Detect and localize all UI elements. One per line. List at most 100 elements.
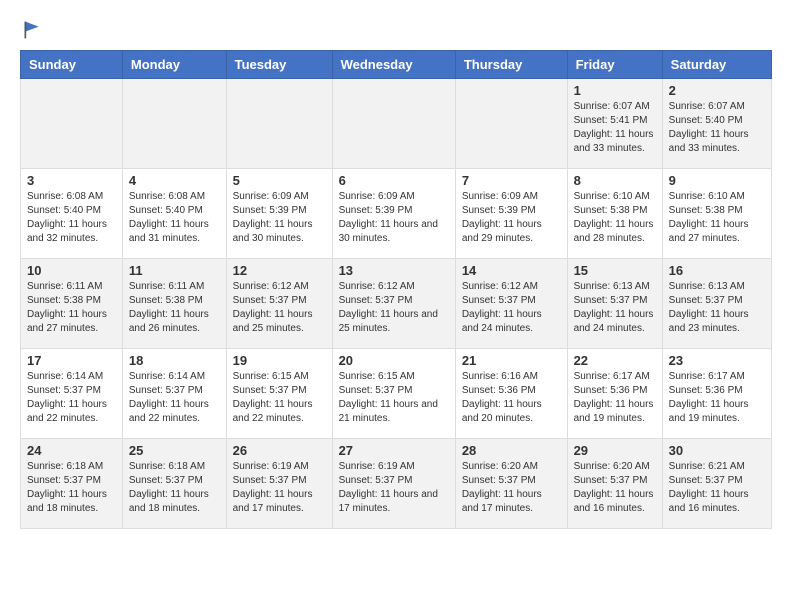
calendar-cell xyxy=(332,79,455,169)
day-info: Sunrise: 6:18 AM Sunset: 5:37 PM Dayligh… xyxy=(27,460,116,516)
day-of-week-header: Thursday xyxy=(455,51,567,79)
calendar-cell: 21 Sunrise: 6:16 AM Sunset: 5:36 PM Dayli… xyxy=(455,349,567,439)
day-number: 7 xyxy=(462,173,561,188)
day-of-week-header: Friday xyxy=(567,51,662,79)
day-info: Sunrise: 6:15 AM Sunset: 5:37 PM Dayligh… xyxy=(233,370,326,426)
day-info: Sunrise: 6:13 AM Sunset: 5:37 PM Dayligh… xyxy=(574,280,656,336)
day-info: Sunrise: 6:18 AM Sunset: 5:37 PM Dayligh… xyxy=(129,460,220,516)
day-info: Sunrise: 6:21 AM Sunset: 5:37 PM Dayligh… xyxy=(669,460,765,516)
calendar-cell xyxy=(122,79,226,169)
day-info: Sunrise: 6:19 AM Sunset: 5:37 PM Dayligh… xyxy=(339,460,449,516)
day-of-week-header: Sunday xyxy=(21,51,123,79)
calendar-body: 1 Sunrise: 6:07 AM Sunset: 5:41 PM Daylig… xyxy=(21,79,772,529)
calendar-cell: 20 Sunrise: 6:15 AM Sunset: 5:37 PM Dayli… xyxy=(332,349,455,439)
day-number: 30 xyxy=(669,443,765,458)
day-info: Sunrise: 6:11 AM Sunset: 5:38 PM Dayligh… xyxy=(27,280,116,336)
day-number: 20 xyxy=(339,353,449,368)
calendar-cell: 26 Sunrise: 6:19 AM Sunset: 5:37 PM Dayli… xyxy=(226,439,332,529)
day-info: Sunrise: 6:13 AM Sunset: 5:37 PM Dayligh… xyxy=(669,280,765,336)
calendar-cell: 22 Sunrise: 6:17 AM Sunset: 5:36 PM Dayli… xyxy=(567,349,662,439)
calendar-cell: 19 Sunrise: 6:15 AM Sunset: 5:37 PM Dayli… xyxy=(226,349,332,439)
day-of-week-header: Monday xyxy=(122,51,226,79)
logo-flag-icon xyxy=(22,20,42,40)
day-info: Sunrise: 6:15 AM Sunset: 5:37 PM Dayligh… xyxy=(339,370,449,426)
day-header-row: SundayMondayTuesdayWednesdayThursdayFrid… xyxy=(21,51,772,79)
calendar-cell: 28 Sunrise: 6:20 AM Sunset: 5:37 PM Dayli… xyxy=(455,439,567,529)
day-number: 14 xyxy=(462,263,561,278)
day-number: 27 xyxy=(339,443,449,458)
calendar-cell: 17 Sunrise: 6:14 AM Sunset: 5:37 PM Dayli… xyxy=(21,349,123,439)
day-number: 26 xyxy=(233,443,326,458)
calendar-table: SundayMondayTuesdayWednesdayThursdayFrid… xyxy=(20,50,772,529)
day-info: Sunrise: 6:12 AM Sunset: 5:37 PM Dayligh… xyxy=(462,280,561,336)
day-number: 10 xyxy=(27,263,116,278)
calendar-header: SundayMondayTuesdayWednesdayThursdayFrid… xyxy=(21,51,772,79)
calendar-cell: 15 Sunrise: 6:13 AM Sunset: 5:37 PM Dayli… xyxy=(567,259,662,349)
calendar-cell: 13 Sunrise: 6:12 AM Sunset: 5:37 PM Dayli… xyxy=(332,259,455,349)
day-number: 17 xyxy=(27,353,116,368)
day-number: 9 xyxy=(669,173,765,188)
calendar-week-row: 3 Sunrise: 6:08 AM Sunset: 5:40 PM Daylig… xyxy=(21,169,772,259)
day-number: 15 xyxy=(574,263,656,278)
day-number: 25 xyxy=(129,443,220,458)
day-number: 12 xyxy=(233,263,326,278)
day-number: 5 xyxy=(233,173,326,188)
day-info: Sunrise: 6:17 AM Sunset: 5:36 PM Dayligh… xyxy=(669,370,765,426)
calendar-cell: 8 Sunrise: 6:10 AM Sunset: 5:38 PM Daylig… xyxy=(567,169,662,259)
day-number: 1 xyxy=(574,83,656,98)
day-number: 2 xyxy=(669,83,765,98)
calendar-cell: 3Sunrise: 6:08 AM Sunset: 5:40 PM Daylig… xyxy=(21,169,123,259)
day-number: 19 xyxy=(233,353,326,368)
calendar-cell: 27 Sunrise: 6:19 AM Sunset: 5:37 PM Dayli… xyxy=(332,439,455,529)
day-number: 18 xyxy=(129,353,220,368)
calendar-cell: 24 Sunrise: 6:18 AM Sunset: 5:37 PM Dayli… xyxy=(21,439,123,529)
calendar-cell: 2Sunrise: 6:07 AM Sunset: 5:40 PM Daylig… xyxy=(662,79,771,169)
calendar-cell: 14 Sunrise: 6:12 AM Sunset: 5:37 PM Dayli… xyxy=(455,259,567,349)
day-number: 6 xyxy=(339,173,449,188)
calendar-cell xyxy=(226,79,332,169)
calendar-cell: 1 Sunrise: 6:07 AM Sunset: 5:41 PM Daylig… xyxy=(567,79,662,169)
header xyxy=(20,20,772,40)
calendar-cell: 29 Sunrise: 6:20 AM Sunset: 5:37 PM Dayli… xyxy=(567,439,662,529)
calendar-week-row: 24 Sunrise: 6:18 AM Sunset: 5:37 PM Dayli… xyxy=(21,439,772,529)
day-info: Sunrise: 6:19 AM Sunset: 5:37 PM Dayligh… xyxy=(233,460,326,516)
calendar-cell: 18 Sunrise: 6:14 AM Sunset: 5:37 PM Dayli… xyxy=(122,349,226,439)
day-number: 4 xyxy=(129,173,220,188)
day-number: 11 xyxy=(129,263,220,278)
calendar-cell: 25 Sunrise: 6:18 AM Sunset: 5:37 PM Dayli… xyxy=(122,439,226,529)
calendar-cell: 7Sunrise: 6:09 AM Sunset: 5:39 PM Daylig… xyxy=(455,169,567,259)
day-info: Sunrise: 6:17 AM Sunset: 5:36 PM Dayligh… xyxy=(574,370,656,426)
day-info: Sunrise: 6:07 AM Sunset: 5:41 PM Dayligh… xyxy=(574,100,656,156)
calendar-cell: 4 Sunrise: 6:08 AM Sunset: 5:40 PM Daylig… xyxy=(122,169,226,259)
calendar-cell: 6Sunrise: 6:09 AM Sunset: 5:39 PM Daylig… xyxy=(332,169,455,259)
day-number: 29 xyxy=(574,443,656,458)
calendar-cell: 5 Sunrise: 6:09 AM Sunset: 5:39 PM Daylig… xyxy=(226,169,332,259)
day-info: Sunrise: 6:09 AM Sunset: 5:39 PM Dayligh… xyxy=(233,190,326,246)
day-info: Sunrise: 6:10 AM Sunset: 5:38 PM Dayligh… xyxy=(574,190,656,246)
calendar-cell: 23 Sunrise: 6:17 AM Sunset: 5:36 PM Dayli… xyxy=(662,349,771,439)
calendar-cell xyxy=(455,79,567,169)
day-info: Sunrise: 6:14 AM Sunset: 5:37 PM Dayligh… xyxy=(129,370,220,426)
day-info: Sunrise: 6:12 AM Sunset: 5:37 PM Dayligh… xyxy=(339,280,449,336)
day-number: 28 xyxy=(462,443,561,458)
calendar-cell: 12Sunrise: 6:12 AM Sunset: 5:37 PM Dayli… xyxy=(226,259,332,349)
day-number: 22 xyxy=(574,353,656,368)
day-number: 3 xyxy=(27,173,116,188)
day-number: 21 xyxy=(462,353,561,368)
day-number: 13 xyxy=(339,263,449,278)
calendar-cell: 9 Sunrise: 6:10 AM Sunset: 5:38 PM Daylig… xyxy=(662,169,771,259)
day-info: Sunrise: 6:11 AM Sunset: 5:38 PM Dayligh… xyxy=(129,280,220,336)
day-info: Sunrise: 6:10 AM Sunset: 5:38 PM Dayligh… xyxy=(669,190,765,246)
day-info: Sunrise: 6:14 AM Sunset: 5:37 PM Dayligh… xyxy=(27,370,116,426)
day-info: Sunrise: 6:20 AM Sunset: 5:37 PM Dayligh… xyxy=(574,460,656,516)
day-number: 23 xyxy=(669,353,765,368)
logo xyxy=(20,20,42,40)
day-number: 24 xyxy=(27,443,116,458)
day-info: Sunrise: 6:16 AM Sunset: 5:36 PM Dayligh… xyxy=(462,370,561,426)
day-info: Sunrise: 6:20 AM Sunset: 5:37 PM Dayligh… xyxy=(462,460,561,516)
calendar-week-row: 10 Sunrise: 6:11 AM Sunset: 5:38 PM Dayli… xyxy=(21,259,772,349)
calendar-cell: 30 Sunrise: 6:21 AM Sunset: 5:37 PM Dayli… xyxy=(662,439,771,529)
day-number: 8 xyxy=(574,173,656,188)
calendar-week-row: 1 Sunrise: 6:07 AM Sunset: 5:41 PM Daylig… xyxy=(21,79,772,169)
day-info: Sunrise: 6:08 AM Sunset: 5:40 PM Dayligh… xyxy=(129,190,220,246)
